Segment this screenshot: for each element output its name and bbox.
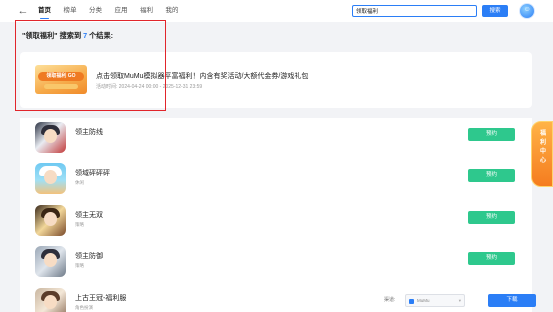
reserve-button[interactable]: 预约	[468, 169, 515, 182]
nav-item-rankings[interactable]: 榜单	[64, 0, 77, 22]
promo-time: 活动时间: 2024-04-24 00:00 - 2025-12-31 23:5…	[96, 84, 203, 90]
game-name[interactable]: 领主防御	[75, 251, 103, 261]
promo-image-decoration	[44, 84, 78, 89]
search-button[interactable]: 搜索	[482, 5, 508, 17]
game-icon[interactable]	[35, 122, 66, 153]
list-item[interactable]: 领域砰砰砰 休闲 预约	[20, 159, 532, 199]
reserve-button[interactable]: 预约	[468, 211, 515, 224]
top-bar: ← 首页 榜单 分类 应用 福利 我的 搜索 ☺	[0, 0, 553, 22]
download-button[interactable]: 下载	[488, 294, 536, 307]
reserve-button[interactable]: 预约	[468, 252, 515, 265]
list-item[interactable]: 领主防御 策略 预约	[20, 242, 532, 282]
result-prefix: "领取福利" 搜索到	[22, 31, 84, 40]
nav-item-apps[interactable]: 应用	[115, 0, 128, 22]
user-icon: ☺	[523, 5, 531, 13]
nav-item-home[interactable]: 首页	[38, 0, 51, 22]
game-icon[interactable]	[35, 288, 66, 312]
game-icon[interactable]	[35, 205, 66, 236]
game-name[interactable]: 上古王冠-福利服	[75, 293, 126, 303]
game-icon[interactable]	[35, 163, 66, 194]
game-tag: 休闲	[75, 180, 84, 185]
list-item[interactable]: 领主防线 预约	[20, 118, 532, 158]
game-name[interactable]: 领主防线	[75, 127, 103, 137]
channel-label: 渠道:	[384, 297, 396, 303]
game-tag: 策略	[75, 263, 84, 268]
game-icon[interactable]	[35, 246, 66, 277]
chevron-down-icon: ▾	[458, 298, 461, 303]
nav-item-categories[interactable]: 分类	[89, 0, 102, 22]
list-item[interactable]: 领主无双 策略 预约	[20, 201, 532, 241]
promo-image[interactable]: 领取福利 GO	[35, 65, 87, 94]
result-suffix: 个结果:	[87, 31, 114, 40]
arrow-left-icon[interactable]: ←	[16, 4, 30, 18]
promo-card[interactable]: 领取福利 GO 点击领取MuMu模拟器平富福利！内含有奖活动/大额代金券/游戏礼…	[20, 52, 532, 108]
game-name[interactable]: 领主无双	[75, 210, 103, 220]
reserve-button[interactable]: 预约	[468, 128, 515, 141]
promo-title[interactable]: 点击领取MuMu模拟器平富福利！内含有奖活动/大额代金券/游戏礼包	[96, 71, 308, 81]
mumu-icon	[409, 298, 414, 304]
nav-item-mine[interactable]: 我的	[166, 0, 179, 22]
promo-image-label: 领取福利 GO	[38, 72, 84, 81]
game-tag: 策略	[75, 222, 84, 227]
list-item[interactable]: 上古王冠-福利服 角色扮演 渠道: MuMu ▾ 下载	[20, 284, 536, 312]
game-name[interactable]: 领域砰砰砰	[75, 168, 110, 178]
game-tag: 角色扮演	[75, 305, 93, 310]
welfare-center-badge[interactable]: 福利中心	[531, 121, 553, 187]
search-input[interactable]	[352, 5, 477, 17]
channel-value: MuMu	[417, 298, 430, 303]
main-nav: 首页 榜单 分类 应用 福利 我的	[38, 0, 191, 22]
welfare-center-label: 福利中心	[539, 131, 546, 164]
search-result-summary: "领取福利" 搜索到 7 个结果:	[22, 31, 113, 41]
channel-select[interactable]: MuMu ▾	[405, 294, 465, 307]
nav-item-welfare[interactable]: 福利	[140, 0, 153, 22]
game-list: 领主防线 预约 领域砰砰砰 休闲 预约 领主无双 策略 预约 领主防御 策略 预…	[20, 118, 536, 312]
